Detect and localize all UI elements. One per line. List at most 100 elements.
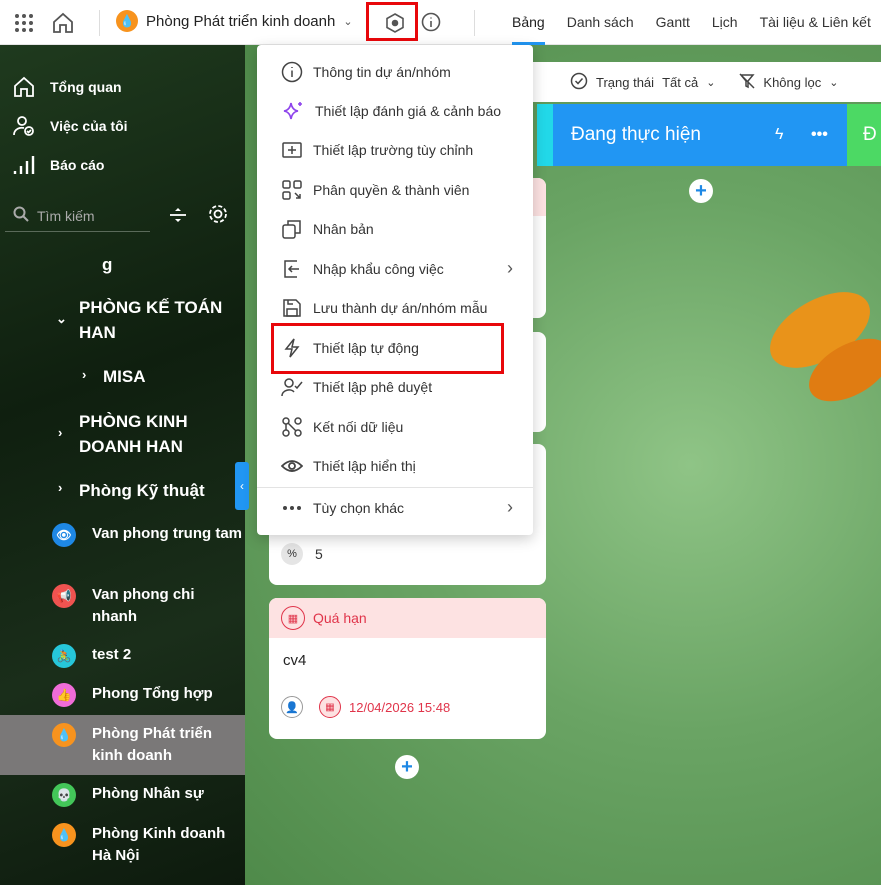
project-label: Phòng Phát triển kinh doanh [92, 725, 212, 764]
task-card[interactable]: ▦ Quá hạn cv4 👤 ▦ 12/04/2026 15:48 [269, 598, 546, 739]
menu-item-save-template[interactable]: Lưu thành dự án/nhóm mẫu [257, 288, 533, 327]
menu-item-permissions[interactable]: Phân quyền & thành viên [257, 170, 533, 209]
tab-documents[interactable]: Tài liệu & Liên kết [749, 0, 881, 45]
sidebar-item-overview[interactable]: Tổng quan [12, 75, 122, 99]
project-label: test 2 [92, 646, 132, 663]
calendar-icon: ▦ [281, 606, 305, 630]
sidebar-item-reports[interactable]: Báo cáo [12, 153, 104, 177]
divider [99, 10, 100, 36]
sidebar-collapse-button[interactable]: ‹ [235, 462, 249, 510]
eye-icon: 👁 [52, 523, 76, 547]
info-icon[interactable] [420, 11, 442, 33]
import-icon [284, 259, 299, 278]
view-tabs: Bảng Danh sách Gantt Lịch Tài liệu & Liê… [512, 0, 881, 45]
drop-icon: 💧 [116, 10, 138, 32]
menu-item-display-settings[interactable]: Thiết lập hiển thị [257, 446, 533, 485]
menu-item-data-connection[interactable]: Kết nối dữ liệu [257, 407, 533, 446]
tab-gantt[interactable]: Gantt [645, 0, 701, 45]
status-filter-label[interactable]: Trạng thái [596, 75, 654, 90]
bar-chart-icon [13, 156, 35, 174]
menu-label: Thiết lập trường tùy chỉnh [313, 141, 474, 158]
project-label: Van phong chi nhanh [92, 586, 195, 625]
gear-icon[interactable] [206, 202, 230, 226]
project-label: Phòng Kinh doanh Hà Nội [92, 825, 226, 864]
project-item[interactable]: 👍 Phong Tổng hợp [0, 683, 245, 707]
menu-item-project-info[interactable]: Thông tin dự án/nhóm [257, 52, 533, 91]
sidebar: Tổng quan Việc của tôi Báo cáo Tìm kiếm … [0, 45, 245, 885]
chevron-right-icon[interactable]: › [58, 480, 62, 495]
menu-label: Thông tin dự án/nhóm [313, 63, 451, 80]
more-options-icon[interactable]: ••• [811, 126, 828, 144]
nav-label: Việc của tôi [50, 118, 128, 134]
collapse-all-icon[interactable] [168, 205, 188, 225]
sidebar-search[interactable]: Tìm kiếm [5, 200, 150, 232]
automation-bolt-icon[interactable]: ϟ [775, 126, 783, 144]
more-horizontal-icon [283, 505, 301, 510]
home-icon [14, 76, 34, 97]
tab-board[interactable]: Bảng [512, 0, 545, 45]
project-name: Phòng Phát triển kinh doanh [146, 12, 336, 30]
drop-icon: 💧 [52, 823, 76, 847]
column-title: Đang thực hiện [571, 124, 701, 145]
chevron-right-icon[interactable]: › [82, 367, 86, 382]
chevron-right-icon: › [507, 258, 513, 278]
column-header-previous [537, 104, 553, 166]
add-card-button[interactable]: + [395, 755, 419, 779]
project-item[interactable]: 💧 Phòng Kinh doanh Hà Nội [0, 823, 245, 867]
tree-item-g[interactable]: g [102, 252, 112, 277]
project-settings-menu: Thông tin dự án/nhóm Thiết lập đánh giá … [257, 45, 533, 535]
column-header: Đang thực hiện ϟ ••• [553, 104, 847, 166]
tree-item-accounting[interactable]: PHÒNG KẾ TOÁN HAN [79, 295, 229, 345]
chevron-down-icon[interactable]: ⌄ [706, 76, 715, 89]
info-icon [281, 61, 303, 82]
project-item[interactable]: 💀 Phòng Nhân sự [0, 783, 245, 807]
project-label: Van phong trung tam [92, 525, 242, 542]
menu-label: Thiết lập phê duyệt [313, 378, 433, 395]
top-bar: 💧 Phòng Phát triển kinh doanh ⌄ Bảng Dan… [0, 0, 881, 45]
project-item[interactable]: 📢 Van phong chi nhanh [0, 584, 245, 628]
menu-item-import-tasks[interactable]: Nhập khẩu công việc › [257, 249, 533, 288]
column-header-next: Đ [847, 104, 881, 166]
search-placeholder: Tìm kiếm [37, 207, 95, 224]
filter-off-icon [739, 72, 756, 92]
menu-item-custom-fields[interactable]: Thiết lập trường tùy chỉnh [257, 130, 533, 169]
home-icon[interactable] [50, 10, 76, 36]
tree-item-misa[interactable]: MISA [103, 364, 146, 389]
project-selector[interactable]: 💧 Phòng Phát triển kinh doanh ⌄ [116, 10, 353, 32]
filter-label[interactable]: Không lọc [763, 75, 821, 90]
cyclist-icon: 🚴 [52, 644, 76, 668]
chevron-right-icon[interactable]: › [58, 425, 62, 440]
check-circle-icon [570, 72, 588, 93]
user-check-icon [13, 116, 34, 136]
add-card-button[interactable]: + [689, 179, 713, 203]
menu-label: Nhập khẩu công việc [313, 260, 444, 277]
menu-label: Phân quyền & thành viên [313, 181, 470, 198]
eye-icon [281, 459, 303, 472]
menu-label: Kết nối dữ liệu [313, 418, 404, 435]
menu-label: Nhân bản [313, 220, 374, 237]
project-label: Phòng Nhân sự [92, 785, 204, 802]
tree-item-sales-han[interactable]: PHÒNG KINH DOANH HAN [79, 409, 229, 459]
assignee-avatar-icon[interactable]: 👤 [281, 696, 303, 718]
tab-list[interactable]: Danh sách [556, 0, 645, 45]
sidebar-item-my-tasks[interactable]: Việc của tôi [12, 114, 128, 138]
project-item-selected[interactable]: 💧 Phòng Phát triển kinh doanh [0, 715, 245, 775]
menu-item-more-options[interactable]: Tùy chọn khác › [257, 488, 533, 527]
divider [474, 10, 475, 36]
project-item[interactable]: 🚴 test 2 [0, 644, 245, 668]
status-filter-value[interactable]: Tất cả [662, 75, 698, 90]
tree-item-engineering[interactable]: Phòng Kỹ thuật [79, 478, 205, 503]
chevron-down-icon[interactable]: ⌄ [56, 311, 67, 327]
menu-label: Tùy chọn khác [313, 499, 405, 516]
chevron-down-icon[interactable]: ⌄ [829, 76, 838, 89]
percent-icon: % [281, 543, 303, 565]
tab-calendar[interactable]: Lịch [701, 0, 749, 45]
apps-grid-icon[interactable] [12, 11, 36, 35]
menu-item-evaluation-alerts[interactable]: Thiết lập đánh giá & cảnh báo [257, 91, 533, 130]
highlight-box [366, 2, 418, 41]
search-icon [13, 206, 29, 225]
skull-icon: 💀 [52, 783, 76, 807]
highlight-box [271, 323, 504, 374]
menu-item-duplicate[interactable]: Nhân bản [257, 209, 533, 248]
project-item[interactable]: 👁 Van phong trung tam [0, 523, 245, 567]
